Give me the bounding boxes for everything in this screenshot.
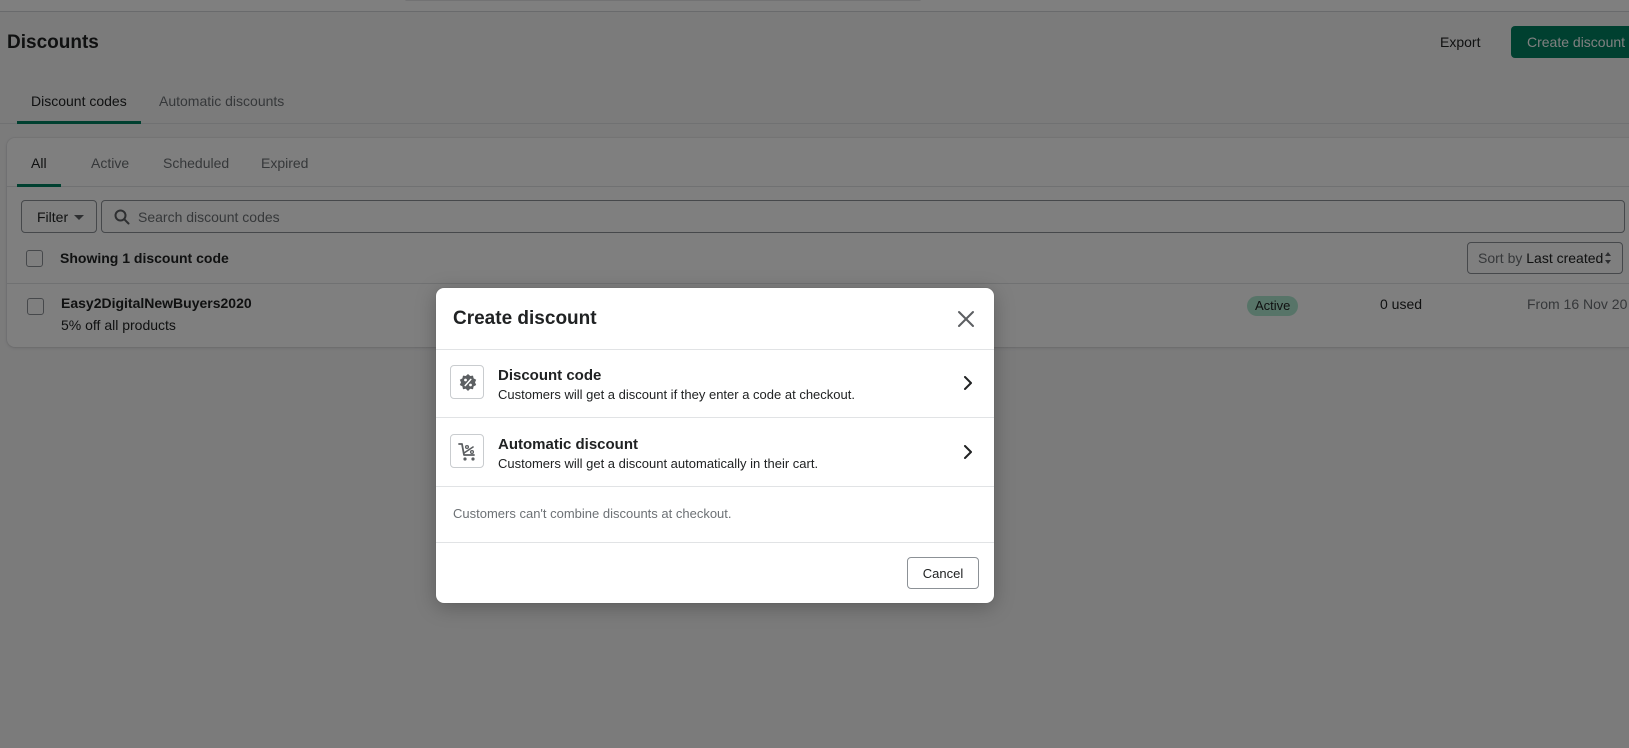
- option-discount-code[interactable]: Discount code Customers will get a disco…: [436, 350, 994, 418]
- discount-badge-icon: [450, 365, 484, 399]
- option-title: Automatic discount: [498, 436, 639, 453]
- cart-discount-icon: [450, 434, 484, 468]
- modal-note: Customers can't combine discounts at che…: [436, 487, 994, 543]
- modal-title: Create discount: [453, 308, 597, 329]
- modal-header: Create discount: [436, 288, 994, 350]
- note-text: Customers can't combine discounts at che…: [453, 506, 732, 521]
- option-description: Customers will get a discount automatica…: [498, 456, 819, 471]
- option-title: Discount code: [498, 367, 602, 384]
- close-icon[interactable]: [954, 307, 978, 331]
- chevron-right-icon: [963, 376, 973, 395]
- option-description: Customers will get a discount if they en…: [498, 387, 855, 402]
- chevron-right-icon: [963, 445, 973, 464]
- create-discount-modal: Create discount Discount code Customers …: [436, 288, 994, 603]
- option-automatic-discount[interactable]: Automatic discount Customers will get a …: [436, 419, 994, 487]
- cancel-button[interactable]: Cancel: [907, 557, 979, 589]
